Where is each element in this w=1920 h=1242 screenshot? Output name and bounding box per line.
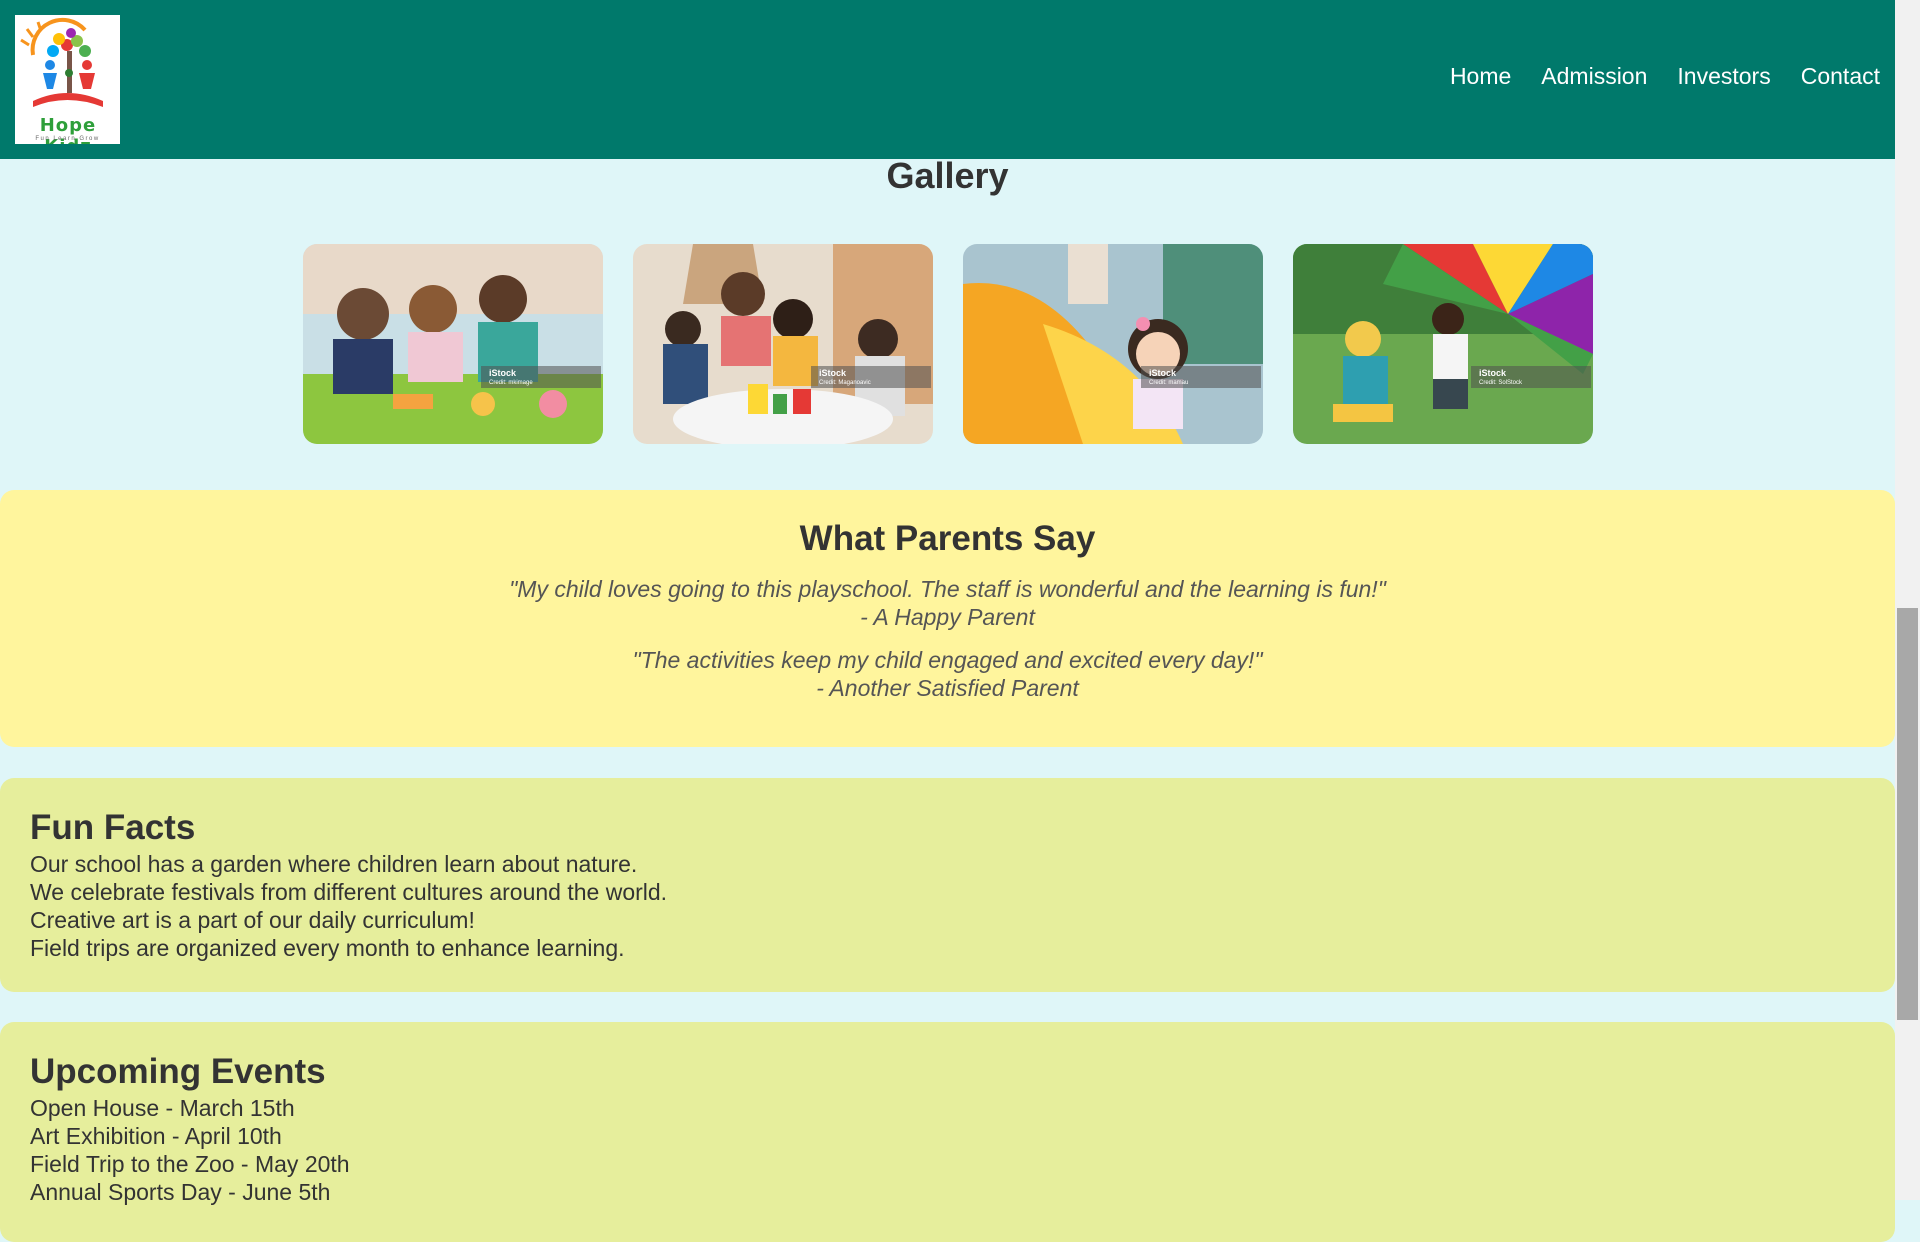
testimonial-author: - A Happy Parent <box>860 604 1035 630</box>
events-list: Open House - March 15th Art Exhibition -… <box>30 1094 350 1206</box>
image-credit-badge: iStock Credit: Maganoavic <box>811 366 931 388</box>
logo-tagline: Fun Learn Grow <box>35 136 100 142</box>
gallery-title: Gallery <box>886 155 1009 196</box>
page-scrollbar[interactable] <box>1895 0 1920 1200</box>
scrollbar-thumb[interactable] <box>1897 608 1918 1020</box>
testimonial-quote: "My child loves going to this playschool… <box>509 576 1386 602</box>
testimonial-item: "The activities keep my child engaged an… <box>0 646 1895 702</box>
list-item: Annual Sports Day - June 5th <box>30 1179 331 1205</box>
gallery-image-kids-playing-table[interactable]: iStock Credit: mkimage <box>303 244 603 444</box>
image-credit-badge: iStock Credit: mkimage <box>481 366 601 388</box>
testimonial-item: "My child loves going to this playschool… <box>0 575 1895 631</box>
events-title: Upcoming Events <box>30 1052 326 1091</box>
list-item: Field trips are organized every month to… <box>30 935 625 961</box>
events-section: Upcoming Events Open House - March 15th … <box>0 1022 1895 1242</box>
gallery: iStock Credit: mkimage iStock Credit: Maga… <box>303 244 1593 444</box>
image-credit-badge: iStock Credit: mamau <box>1141 366 1261 388</box>
site-header: Hope Kidz Fun Learn Grow Home Admission … <box>0 0 1895 159</box>
main-nav: Home Admission Investors Contact <box>1450 63 1880 90</box>
logo[interactable]: Hope Kidz Fun Learn Grow <box>15 15 120 144</box>
gallery-image-kids-parachute[interactable]: iStock Credit: SolStock <box>1293 244 1593 444</box>
testimonials-section: What Parents Say "My child loves going t… <box>0 490 1895 747</box>
logo-tree-icon <box>20 17 103 107</box>
nav-contact-link[interactable]: Contact <box>1801 63 1880 90</box>
testimonials-title: What Parents Say <box>799 519 1096 558</box>
nav-admission-link[interactable]: Admission <box>1541 63 1647 90</box>
fun-facts-title: Fun Facts <box>30 808 196 847</box>
testimonial-author: - Another Satisfied Parent <box>816 675 1079 701</box>
gallery-image-girl-on-slide[interactable]: iStock Credit: mamau <box>963 244 1263 444</box>
list-item: We celebrate festivals from different cu… <box>30 879 668 905</box>
list-item: Field Trip to the Zoo - May 20th <box>30 1151 350 1177</box>
fun-facts-list: Our school has a garden where children l… <box>30 850 667 962</box>
nav-investors-link[interactable]: Investors <box>1677 63 1770 90</box>
list-item: Open House - March 15th <box>30 1095 295 1121</box>
nav-home-link[interactable]: Home <box>1450 63 1511 90</box>
list-item: Our school has a garden where children l… <box>30 851 638 877</box>
gallery-image-kids-building-blocks[interactable]: iStock Credit: Maganoavic <box>633 244 933 444</box>
testimonial-quote: "The activities keep my child engaged an… <box>632 647 1263 673</box>
list-item: Creative art is a part of our daily curr… <box>30 907 475 933</box>
image-credit-badge: iStock Credit: SolStock <box>1471 366 1591 388</box>
fun-facts-section: Fun Facts Our school has a garden where … <box>0 778 1895 992</box>
list-item: Art Exhibition - April 10th <box>30 1123 282 1149</box>
